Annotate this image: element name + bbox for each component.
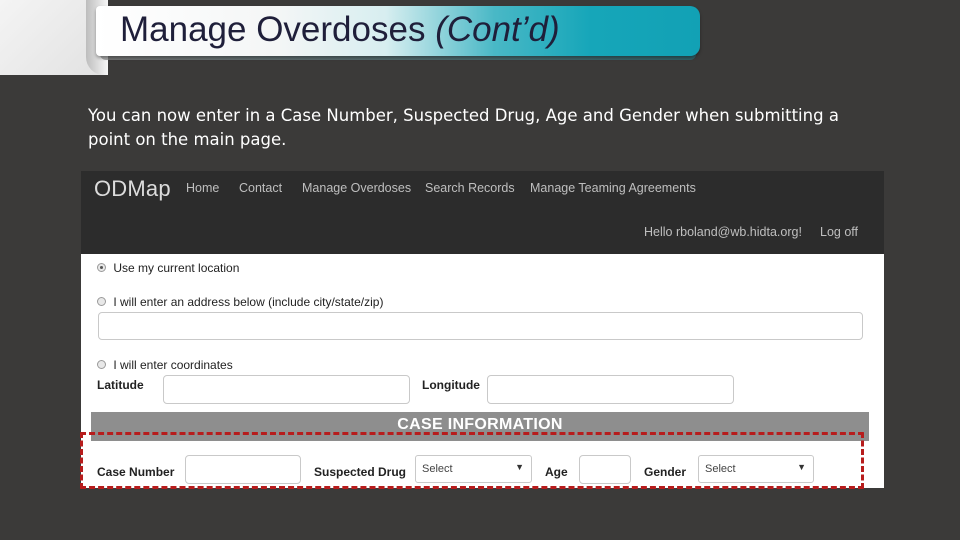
- nav-manage-teaming-agreements[interactable]: Manage Teaming Agreements: [530, 181, 696, 195]
- app-navbar: ODMap Home Contact Manage Overdoses Sear…: [81, 171, 884, 254]
- nav-manage-overdoses[interactable]: Manage Overdoses: [302, 181, 411, 195]
- slide-title: Manage Overdoses (Cont’d): [120, 10, 560, 50]
- radio-current-location[interactable]: [97, 263, 106, 273]
- brand-logo[interactable]: ODMap: [94, 176, 171, 202]
- radio-enter-address[interactable]: [97, 297, 106, 307]
- nav-contact[interactable]: Contact: [239, 181, 282, 195]
- slide-title-cont: (Cont’d): [435, 10, 560, 49]
- option-enter-coordinates[interactable]: I will enter coordinates: [97, 358, 233, 372]
- option-enter-address[interactable]: I will enter an address below (include c…: [97, 295, 383, 309]
- nav-search-records[interactable]: Search Records: [425, 181, 515, 195]
- longitude-input[interactable]: [487, 375, 734, 404]
- address-input[interactable]: [98, 312, 863, 340]
- highlight-box: [80, 432, 864, 489]
- longitude-label: Longitude: [422, 378, 480, 392]
- option-enter-address-label: I will enter an address below (include c…: [113, 295, 384, 309]
- slide-title-main: Manage Overdoses: [120, 10, 426, 49]
- latitude-input[interactable]: [163, 375, 410, 404]
- nav-home[interactable]: Home: [186, 181, 219, 195]
- user-greeting[interactable]: Hello rboland@wb.hidta.org!: [644, 225, 802, 239]
- radio-enter-coordinates[interactable]: [97, 360, 106, 370]
- option-enter-coordinates-label: I will enter coordinates: [113, 358, 233, 372]
- option-current-location[interactable]: Use my current location: [97, 261, 239, 275]
- logoff-link[interactable]: Log off: [820, 225, 858, 239]
- option-current-location-label: Use my current location: [113, 261, 240, 275]
- latitude-label: Latitude: [97, 378, 144, 392]
- slide-body-text: You can now enter in a Case Number, Susp…: [88, 106, 839, 149]
